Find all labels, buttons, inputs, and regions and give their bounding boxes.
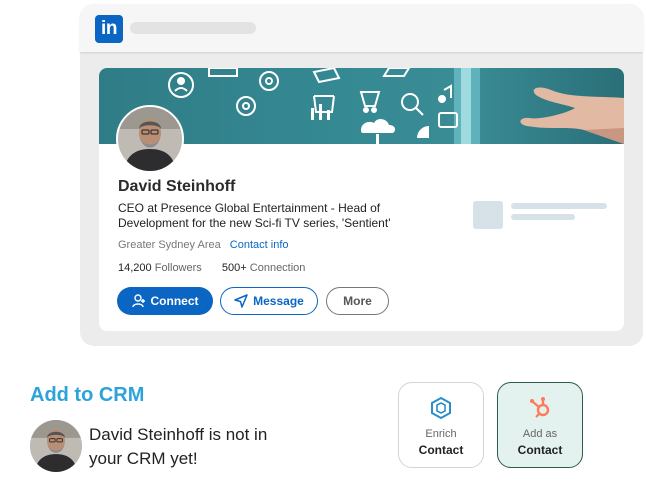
enrich-small-label: Enrich: [425, 428, 457, 440]
profile-headline: CEO at Presence Global Entertainment - H…: [118, 201, 391, 230]
enrich-bold-label: Contact: [418, 443, 464, 457]
placeholder-line: [511, 214, 575, 220]
browser-window: in David Steinhoff CEO at Presence Globa…: [80, 4, 643, 346]
placeholder-thumbnail: [473, 201, 503, 229]
enrich-contact-button[interactable]: Enrich Contact: [398, 382, 484, 468]
profile-name: David Steinhoff: [118, 178, 236, 195]
address-bar-placeholder[interactable]: [130, 22, 256, 34]
linkedin-icon[interactable]: in: [95, 15, 123, 43]
crm-avatar: [30, 420, 82, 472]
crm-title: Add to CRM: [30, 384, 145, 406]
hubspot-small-label: Add as: [522, 428, 558, 440]
send-icon: [234, 294, 248, 308]
connections-label: Connection: [249, 262, 306, 274]
message-button[interactable]: Message: [220, 287, 318, 315]
connect-button[interactable]: Connect: [117, 287, 213, 315]
connections-count: 500+: [221, 262, 247, 274]
followers-count: 14,200: [118, 262, 152, 274]
more-label: More: [343, 294, 372, 308]
crm-status-message: David Steinhoff is not in your CRM yet!: [89, 425, 268, 468]
profile-avatar[interactable]: [116, 105, 184, 173]
hubspot-icon: [530, 397, 550, 418]
browser-topbar: in: [80, 4, 643, 52]
message-label: Message: [253, 294, 304, 308]
profile-location: Greater Sydney Area: [118, 239, 221, 251]
contact-info-link[interactable]: Contact info: [230, 239, 289, 251]
connect-label: Connect: [150, 294, 199, 308]
more-button[interactable]: More: [326, 287, 389, 315]
followers-label: Followers: [154, 262, 202, 274]
add-person-icon: [131, 294, 145, 308]
hubspot-bold-label: Contact: [517, 443, 563, 457]
placeholder-line: [511, 203, 607, 209]
profile-location-row: Greater Sydney Area Contact info: [118, 239, 289, 251]
profile-card: David Steinhoff CEO at Presence Global E…: [99, 68, 624, 331]
enrich-icon: [431, 396, 451, 420]
hubspot-add-contact-button[interactable]: Add as Contact: [497, 382, 583, 468]
profile-stats: 14,200 Followers 500+ Connection: [118, 262, 305, 274]
